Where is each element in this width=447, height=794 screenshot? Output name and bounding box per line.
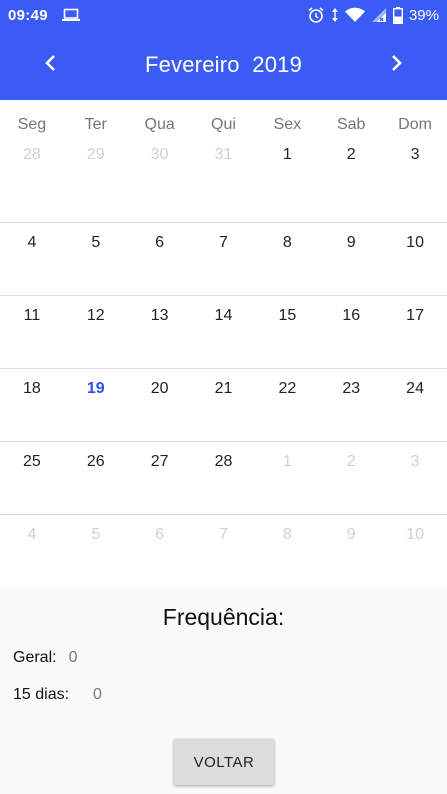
calendar-day-outside-month[interactable]: 4 <box>0 515 64 587</box>
weekday-label: Ter <box>84 116 107 133</box>
stat-geral: Geral: 0 <box>13 649 77 667</box>
calendar-day-outside-month[interactable]: 7 <box>192 515 256 587</box>
weekday-header-row: Seg Ter Qua Qui Sex Sab Dom <box>0 100 447 150</box>
data-arrows-icon <box>331 7 339 23</box>
calendar-day[interactable]: 20 <box>128 369 192 441</box>
stat-geral-label: Geral: <box>13 649 57 666</box>
calendar-week-row: 4 5 6 7 8 9 10 <box>0 515 447 588</box>
weekday-label: Qui <box>211 116 236 133</box>
weekday-label: Seg <box>17 116 47 133</box>
calendar-day[interactable]: 17 <box>383 296 447 368</box>
calendar-header: Fevereiro 2019 <box>0 30 447 100</box>
calendar-day[interactable]: 1 <box>255 146 319 222</box>
calendar-day-today[interactable]: 19 <box>64 369 128 441</box>
calendar-day[interactable]: 7 <box>192 223 256 295</box>
next-month-button[interactable] <box>347 30 447 100</box>
chevron-right-icon <box>391 54 403 77</box>
laptop-icon <box>61 8 80 22</box>
battery-percent: 39% <box>408 6 439 24</box>
calendar-day-outside-month[interactable]: 8 <box>255 515 319 587</box>
calendar-weeks: 28 29 30 31 1 2 3 4 5 6 7 8 9 10 11 12 13 14 15 16 17 18 19 20 2… <box>0 146 447 588</box>
calendar-day[interactable]: 12 <box>64 296 128 368</box>
calendar-day[interactable]: 13 <box>128 296 192 368</box>
prev-month-button[interactable] <box>0 30 100 100</box>
calendar-day[interactable]: 3 <box>383 146 447 222</box>
calendar-week-row: 18 19 20 21 22 23 24 <box>0 369 447 442</box>
stat-15-dias-label: 15 dias: <box>13 686 70 703</box>
status-time: 09:49 <box>8 6 48 24</box>
calendar-day[interactable]: 8 <box>255 223 319 295</box>
calendar-day-outside-month[interactable]: 6 <box>128 515 192 587</box>
calendar-day[interactable]: 23 <box>319 369 383 441</box>
stat-geral-value: 0 <box>68 649 78 666</box>
weekday-label: Qua <box>144 116 175 133</box>
weekday-label: Sab <box>336 116 366 133</box>
calendar-day[interactable]: 26 <box>64 442 128 514</box>
calendar-day-outside-month[interactable]: 3 <box>383 442 447 514</box>
calendar-day-outside-month[interactable]: 31 <box>192 146 256 222</box>
status-bar: 09:49 39% <box>0 0 447 30</box>
calendar-day[interactable]: 6 <box>128 223 192 295</box>
frequency-panel: Frequência: Geral: 0 15 dias: 0 VOLTAR <box>0 586 447 794</box>
voltar-button[interactable]: VOLTAR <box>174 739 274 785</box>
calendar-week-row: 4 5 6 7 8 9 10 <box>0 223 447 296</box>
stat-15-dias: 15 dias: 0 <box>13 686 102 704</box>
wifi-icon <box>344 7 365 23</box>
weekday-label: Sex <box>273 116 302 133</box>
calendar-day[interactable]: 14 <box>192 296 256 368</box>
calendar-day-outside-month[interactable]: 1 <box>255 442 319 514</box>
calendar-day[interactable]: 9 <box>319 223 383 295</box>
calendar-day[interactable]: 21 <box>192 369 256 441</box>
battery-icon <box>392 6 403 24</box>
frequency-title: Frequência: <box>162 604 285 630</box>
chevron-left-icon <box>44 54 56 77</box>
calendar-day[interactable]: 22 <box>255 369 319 441</box>
calendar-day[interactable]: 27 <box>128 442 192 514</box>
calendar-day[interactable]: 15 <box>255 296 319 368</box>
calendar-day[interactable]: 18 <box>0 369 64 441</box>
calendar-day[interactable]: 11 <box>0 296 64 368</box>
alarm-icon <box>307 6 325 24</box>
calendar-day[interactable]: 2 <box>319 146 383 222</box>
calendar-day[interactable]: 10 <box>383 223 447 295</box>
calendar-day-outside-month[interactable]: 28 <box>0 146 64 222</box>
calendar-day[interactable]: 24 <box>383 369 447 441</box>
calendar-day-outside-month[interactable]: 30 <box>128 146 192 222</box>
calendar-week-row: 25 26 27 28 1 2 3 <box>0 442 447 515</box>
weekday-label: Dom <box>398 116 432 133</box>
calendar-day-outside-month[interactable]: 9 <box>319 515 383 587</box>
calendar-week-row: 28 29 30 31 1 2 3 <box>0 146 447 223</box>
calendar-day-outside-month[interactable]: 2 <box>319 442 383 514</box>
calendar-day[interactable]: 25 <box>0 442 64 514</box>
calendar-day-outside-month[interactable]: 29 <box>64 146 128 222</box>
calendar-day-outside-month[interactable]: 5 <box>64 515 128 587</box>
month-title: Fevereiro 2019 <box>144 52 303 77</box>
signal-icon <box>371 7 387 23</box>
calendar-day[interactable]: 5 <box>64 223 128 295</box>
calendar-day[interactable]: 16 <box>319 296 383 368</box>
calendar-day[interactable]: 4 <box>0 223 64 295</box>
stat-15-dias-value: 0 <box>93 686 102 703</box>
calendar-week-row: 11 12 13 14 15 16 17 <box>0 296 447 369</box>
calendar-grid: Seg Ter Qua Qui Sex Sab Dom 28 29 30 31 1 2 3 4 5 6 7 8 9 1… <box>0 100 447 588</box>
calendar-day-outside-month[interactable]: 10 <box>383 515 447 587</box>
calendar-day[interactable]: 28 <box>192 442 256 514</box>
